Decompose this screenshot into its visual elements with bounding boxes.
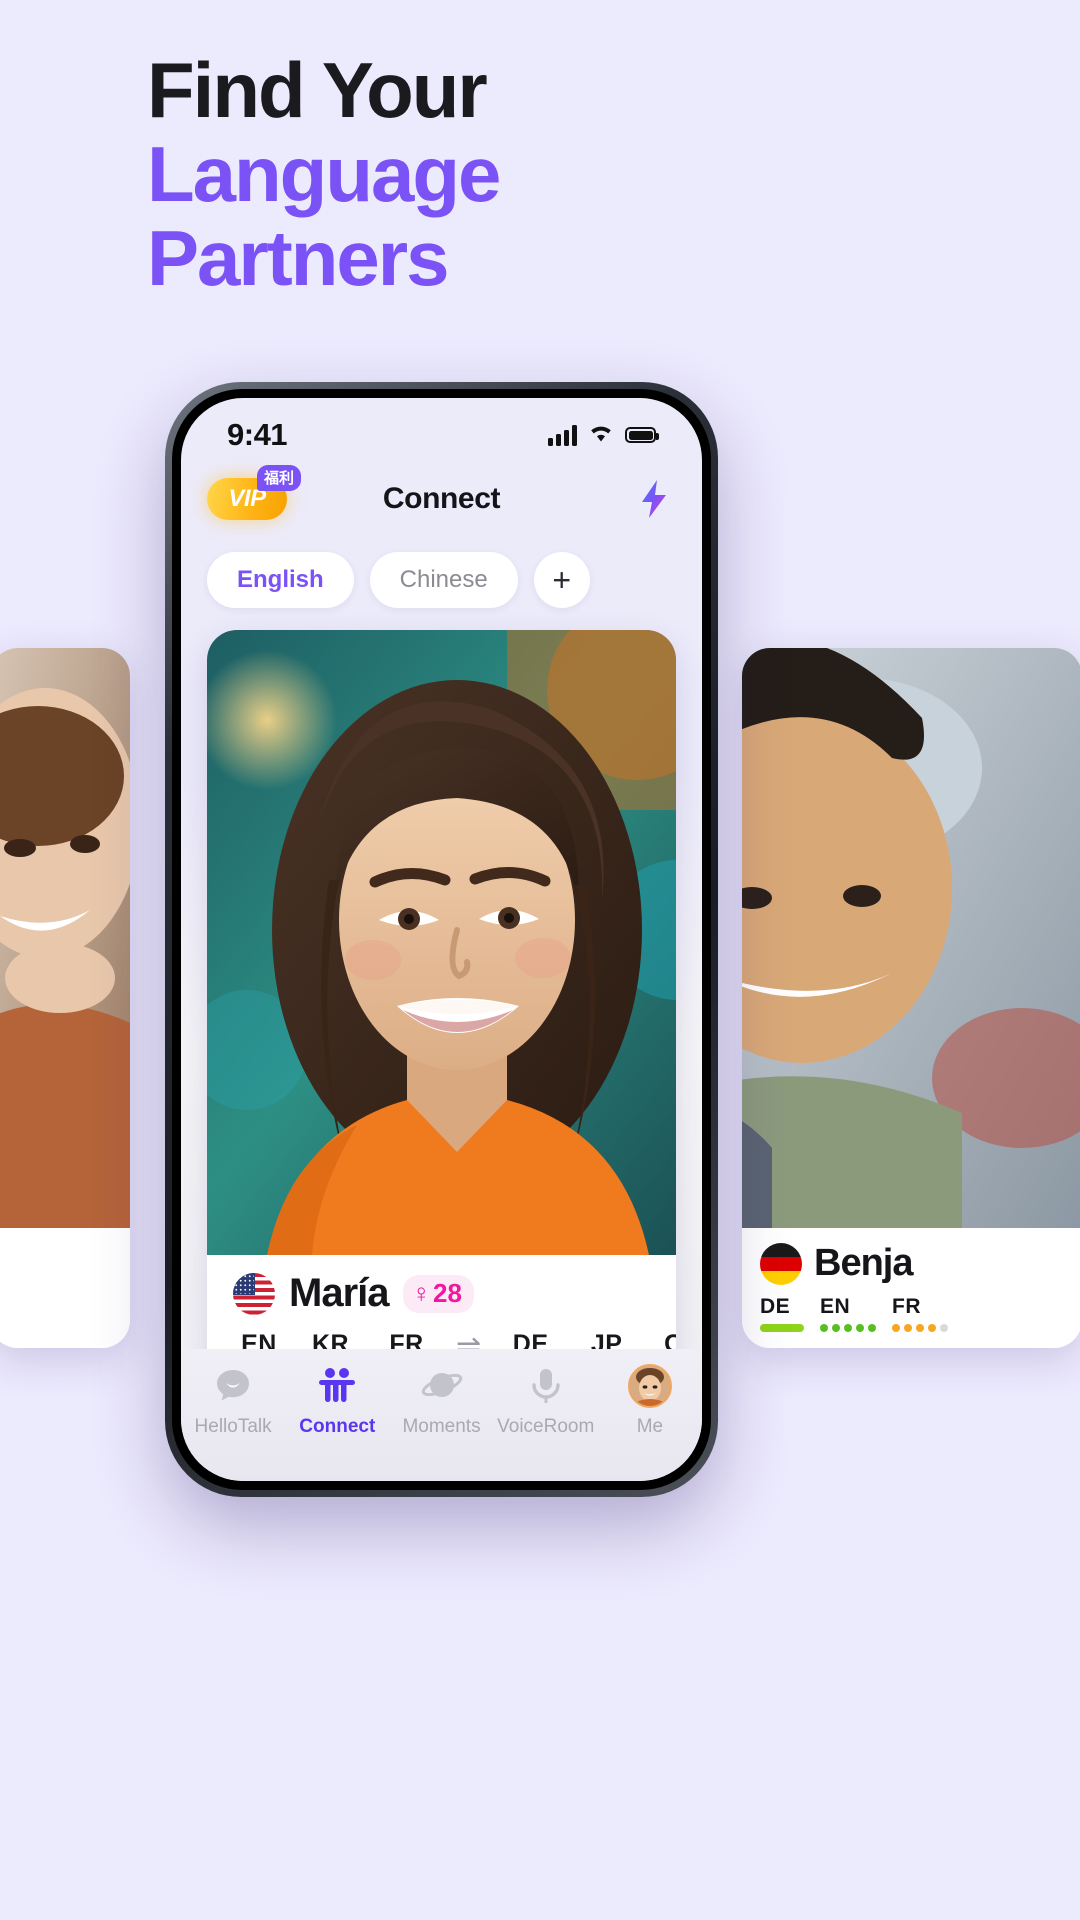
flag-us-icon (233, 1272, 275, 1315)
side-card-right[interactable]: Benja DE EN FR (742, 648, 1080, 1348)
status-bar: 9:41 (181, 398, 702, 460)
profile-card[interactable]: María ♀ 28 ENKRFR⇌DEJPCN (207, 630, 676, 1396)
planet-icon (421, 1363, 463, 1409)
side-card-photo-right (742, 648, 1080, 1228)
language-item: FR (892, 1295, 948, 1332)
hero-headline: Find Your Language Partners (147, 48, 907, 300)
vip-badge-button[interactable]: VIP 福利 (207, 465, 301, 520)
microphone-icon (525, 1363, 567, 1409)
language-item: DE (760, 1295, 804, 1332)
tab-voiceroom[interactable]: VoiceRoom (494, 1363, 598, 1438)
app-header: VIP 福利 Connect (181, 460, 702, 538)
tab-label: HelloTalk (194, 1416, 272, 1437)
side-card-info-right: Benja DE EN FR (742, 1228, 1080, 1348)
side-card-name-row: Benja (760, 1242, 1064, 1285)
tab-label: VoiceRoom (497, 1416, 595, 1437)
tab-hellotalk[interactable]: HelloTalk (181, 1363, 285, 1438)
language-filter-chips: English Chinese + (181, 538, 702, 608)
wifi-icon (588, 423, 614, 448)
language-level-bar (760, 1324, 804, 1332)
chip-chinese[interactable]: Chinese (369, 552, 518, 608)
female-symbol-icon: ♀ (411, 1278, 432, 1308)
profile-name: María (289, 1271, 389, 1315)
add-language-button[interactable]: + (533, 552, 590, 608)
phone-mockup: 9:41 VIP 福利 Connect English Chinese + Ma… (165, 382, 718, 1497)
side-card-languages: DE EN FR (760, 1295, 1064, 1332)
phone-bezel: 9:41 VIP 福利 Connect English Chinese + Ma… (172, 389, 711, 1490)
side-card-name: Benja (814, 1242, 913, 1284)
tab-moments[interactable]: Moments (389, 1363, 493, 1438)
lightning-bolt-icon[interactable] (632, 477, 676, 521)
language-code: EN (820, 1295, 851, 1318)
profile-name-row: María ♀ 28 (233, 1271, 650, 1316)
headline-line-3: Partners (147, 214, 450, 302)
chat-bubble-icon (212, 1363, 254, 1409)
language-level-dots (820, 1324, 876, 1332)
tab-connect[interactable]: Connect (285, 1363, 389, 1438)
battery-icon (625, 427, 659, 443)
tab-label: Moments (402, 1416, 481, 1437)
language-item: EN (820, 1295, 876, 1332)
headline-line-1: Find Your (147, 46, 488, 134)
two-people-icon (316, 1363, 358, 1409)
avatar-icon (627, 1363, 672, 1409)
side-card-info-left (0, 1228, 130, 1348)
tab-label: Me (636, 1416, 664, 1437)
cellular-bars-icon (548, 424, 577, 446)
side-card-left[interactable] (0, 648, 130, 1348)
bottom-tab-bar: HelloTalk Connect Moments VoiceRoom Me (181, 1349, 702, 1481)
language-code: DE (760, 1295, 791, 1318)
language-code: FR (892, 1295, 921, 1318)
status-time: 9:41 (227, 417, 288, 452)
side-card-photo-left (0, 648, 130, 1230)
phone-screen: 9:41 VIP 福利 Connect English Chinese + Ma… (181, 398, 702, 1481)
flag-de-icon (760, 1242, 802, 1285)
vip-tag-label: 福利 (256, 465, 301, 491)
chip-english[interactable]: English (207, 552, 354, 608)
profile-age: 28 (433, 1277, 462, 1308)
language-level-dots (892, 1324, 948, 1332)
gender-age-badge: ♀ 28 (402, 1274, 474, 1313)
tab-me[interactable]: Me (598, 1363, 702, 1438)
profile-photo (207, 630, 676, 1255)
headline-line-2: Language (147, 130, 501, 218)
tab-label: Connect (299, 1416, 376, 1437)
status-icons (548, 423, 659, 448)
